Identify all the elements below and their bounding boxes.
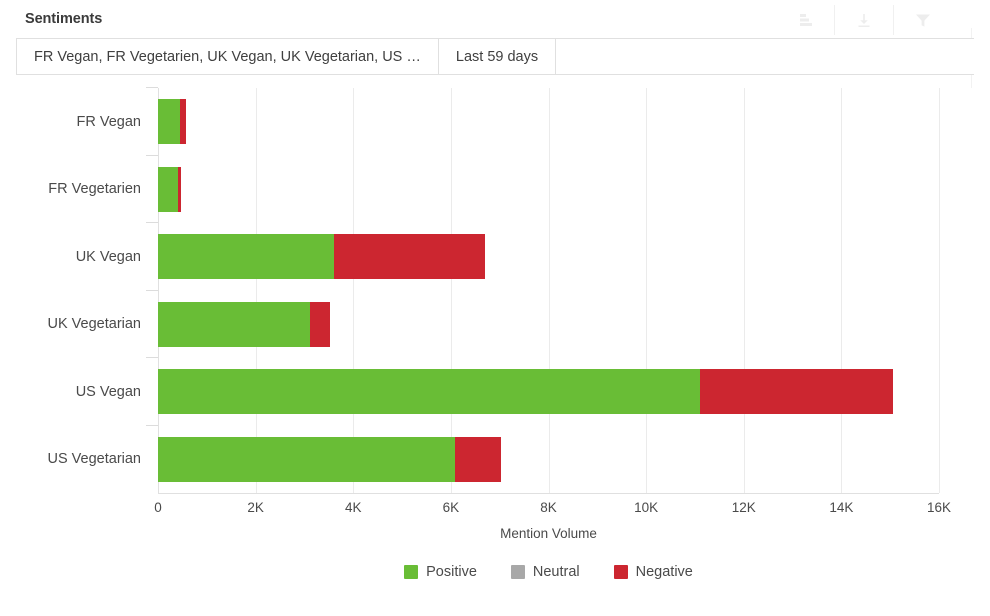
bar-row[interactable]: US Vegan (76, 357, 939, 415)
y-axis-tick (146, 357, 158, 359)
x-axis-tick-label: 0 (154, 500, 162, 515)
legend-label: Neutral (532, 564, 580, 580)
bar-segment-negative[interactable] (310, 301, 330, 347)
gridline-4K (353, 88, 355, 493)
x-axis-line (158, 493, 939, 494)
x-axis-tick-label: 12K (731, 500, 756, 515)
bar-segment-positive[interactable] (158, 99, 181, 145)
y-axis-tick (146, 289, 158, 291)
category-label: FR Vegetarien (48, 181, 141, 198)
header-toolbar (776, 4, 952, 36)
gridline-14K (841, 88, 843, 493)
category-label: US Vegan (75, 383, 141, 400)
category-label: US Vegetarian (47, 451, 141, 468)
sentiment-bar-chart: FR Vegan FR Vegetarien UK Vegan UK Vegetari… (0, 76, 990, 616)
legend-swatch (613, 565, 628, 579)
bar-row[interactable]: US Vegetarian (47, 424, 939, 482)
y-axis-tick (146, 154, 158, 156)
bar-segment-positive[interactable] (158, 234, 334, 280)
bar-segment-negative[interactable] (180, 99, 187, 145)
widget-header: Sentiments (0, 0, 990, 40)
bar-segment-positive[interactable] (158, 436, 455, 482)
legend-item-negative[interactable]: Negative (613, 564, 693, 580)
category-label: UK Vegetarian (47, 316, 141, 333)
gridline-6K (450, 88, 452, 493)
download-icon-button[interactable] (835, 5, 894, 35)
filter-icon-button[interactable] (894, 5, 952, 35)
filter-tab-sentiments[interactable]: FR Vegan, FR Vegetarien, UK Vegan, UK Ve… (16, 39, 439, 74)
x-axis-tick-label: 8K (540, 500, 557, 515)
x-axis-tick-label: 10K (634, 500, 659, 515)
x-axis-tick-label: 2K (247, 500, 264, 515)
legend-swatch (510, 565, 525, 579)
gridline-10K (646, 88, 648, 493)
bar-segment-negative[interactable] (454, 436, 501, 482)
bar-chart-icon-button[interactable] (776, 5, 835, 35)
x-axis-tick-label: 4K (344, 500, 362, 515)
gridline-16K (939, 88, 940, 493)
x-axis-tick-label: 14K (829, 500, 854, 515)
y-axis-tick (146, 222, 158, 224)
gridline-2K (255, 88, 257, 493)
page-title: Sentiments (25, 11, 103, 27)
legend-item-positive[interactable]: Positive (404, 564, 477, 580)
legend-swatch (404, 565, 419, 579)
filter-tab-label: FR Vegan, FR Vegetarien, UK Vegan, UK Ve… (34, 48, 421, 65)
bar-row[interactable]: FR Vegan (77, 87, 939, 145)
y-axis-tick (146, 87, 158, 89)
y-axis-tick (146, 424, 158, 426)
bar-row[interactable]: UK Vegetarian (47, 289, 939, 347)
filter-tab-empty[interactable] (556, 39, 974, 74)
bar-segment-positive[interactable] (158, 166, 178, 212)
legend-label: Negative (635, 564, 693, 580)
bar-row[interactable]: UK Vegan (76, 222, 939, 280)
x-axis-tick-label: 6K (442, 500, 460, 515)
bar-row[interactable]: FR Vegetarien (48, 154, 939, 212)
category-label: UK Vegan (75, 248, 141, 265)
gridline-8K (548, 88, 550, 493)
gridline-0 (158, 88, 159, 493)
category-label: FR Vegan (76, 113, 142, 130)
gridline-12K (743, 88, 745, 493)
filter-tab-strip: FR Vegan, FR Vegetarien, UK Vegan, UK Ve… (16, 38, 974, 75)
plot-area: FR Vegan FR Vegetarien UK Vegan UK Vegetari… (47, 87, 940, 493)
bar-segment-positive[interactable] (158, 301, 311, 347)
legend-item-neutral[interactable]: Neutral (510, 564, 580, 580)
legend-label: Positive (426, 564, 477, 580)
bar-chart-icon (798, 13, 813, 27)
chart-legend: Positive Neutral Negative (158, 564, 939, 580)
download-icon (857, 13, 871, 28)
bar-segment-negative[interactable] (333, 234, 486, 280)
bar-segment-positive[interactable] (158, 369, 700, 415)
bar-segment-negative[interactable] (177, 166, 182, 212)
filter-icon (915, 13, 931, 28)
x-axis-title: Mention Volume (500, 526, 597, 541)
bar-segment-negative[interactable] (699, 369, 893, 415)
x-axis-tick-label: 16K (926, 500, 952, 515)
filter-tab-label: Last 59 days (455, 48, 539, 65)
filter-tab-daterange[interactable]: Last 59 days (439, 39, 557, 74)
